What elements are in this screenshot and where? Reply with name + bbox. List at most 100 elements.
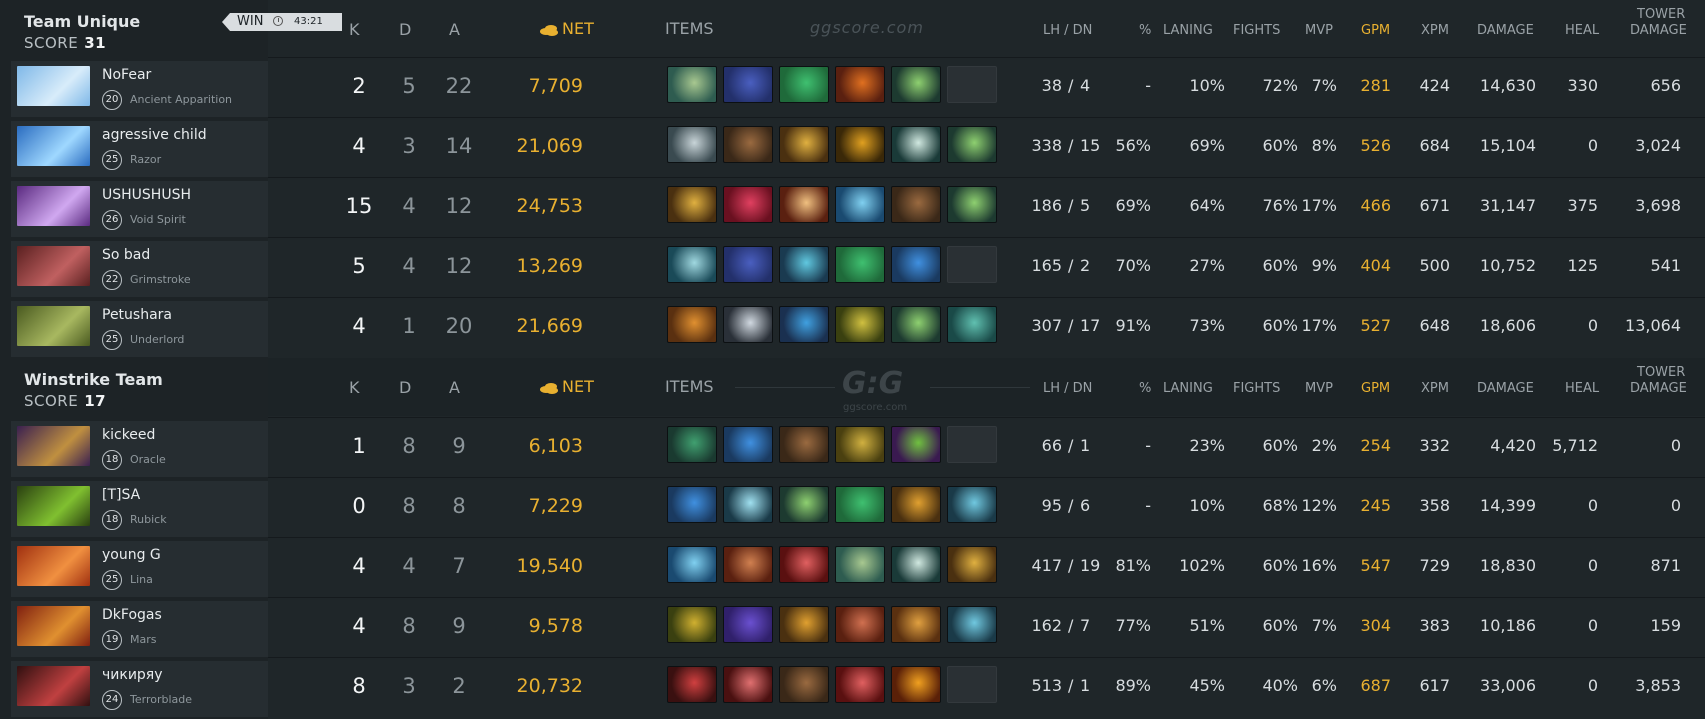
item-icon[interactable] (723, 426, 773, 463)
item-icon[interactable] (835, 426, 885, 463)
item-icon[interactable] (667, 486, 717, 523)
player-stats-row[interactable]: 4 4 7 19,540 417/19 81% 102% 60% 16% 547 729 18,830… (268, 537, 1705, 593)
item-icon[interactable] (891, 426, 941, 463)
header-net: NET (540, 377, 594, 396)
player-card[interactable]: Petushara 25 Underlord (11, 301, 268, 357)
item-icon[interactable] (891, 246, 941, 283)
item-icon[interactable] (779, 426, 829, 463)
player-name[interactable]: So bad (102, 247, 150, 263)
player-stats-row[interactable]: 0 8 8 7,229 95/6-10% 68% 12% 245 358 14,399 0 0 (268, 477, 1705, 533)
player-stats-row[interactable]: 4 3 14 21,069 338/15 56% 69% 60% 8% 526 684 15,104 0… (268, 117, 1705, 173)
item-icon[interactable] (667, 546, 717, 583)
player-card[interactable]: young G 25 Lina (11, 541, 268, 597)
item-icon[interactable] (947, 186, 997, 223)
header-lh-dn: LH / DN (1043, 23, 1093, 38)
player-name[interactable]: NoFear (102, 67, 151, 83)
hero-name: Razor (130, 153, 162, 166)
item-icon[interactable] (779, 606, 829, 643)
player-stats-row[interactable]: 8 3 2 20,732 513/1 89% 45% 40% 6% 687 617 33,006 0 3,… (268, 657, 1705, 713)
item-icon[interactable] (891, 186, 941, 223)
last-hits: 338 (1031, 136, 1062, 155)
item-icon[interactable] (667, 66, 717, 103)
header-kills: K (349, 20, 360, 39)
player-name[interactable]: kickeed (102, 427, 155, 443)
item-icon[interactable] (947, 306, 997, 343)
item-icon[interactable] (947, 126, 997, 163)
item-icon[interactable] (667, 126, 717, 163)
item-icon[interactable] (835, 126, 885, 163)
item-icon[interactable] (723, 606, 773, 643)
player-card[interactable]: agressive child 25 Razor (11, 121, 268, 177)
item-icon[interactable] (891, 306, 941, 343)
player-card[interactable]: [T]SA 18 Rubick (11, 481, 268, 537)
item-icon[interactable] (723, 186, 773, 223)
item-icon[interactable] (723, 306, 773, 343)
kill-participation: 81% (1115, 556, 1151, 575)
item-icon[interactable] (947, 546, 997, 583)
item-icon[interactable] (779, 246, 829, 283)
player-card[interactable]: NoFear 20 Ancient Apparition (11, 61, 268, 117)
player-name[interactable]: USHUSHUSH (102, 187, 191, 203)
item-icon[interactable] (779, 66, 829, 103)
item-icon[interactable] (667, 306, 717, 343)
item-icon[interactable] (835, 486, 885, 523)
item-icon[interactable] (947, 486, 997, 523)
item-icon[interactable] (779, 306, 829, 343)
item-icon[interactable] (835, 246, 885, 283)
laning: 45% (1189, 676, 1225, 695)
xpm: 358 (1419, 496, 1450, 515)
player-name[interactable]: чикиряу (102, 667, 163, 683)
player-stats-row[interactable]: 4 1 20 21,669 307/17 91% 73% 60% 17% 527 648 18,606… (268, 297, 1705, 353)
item-icon[interactable] (667, 246, 717, 283)
item-icon[interactable] (723, 246, 773, 283)
item-icon[interactable] (835, 546, 885, 583)
item-icon[interactable] (667, 666, 717, 703)
player-card[interactable]: USHUSHUSH 26 Void Spirit (11, 181, 268, 237)
player-card[interactable]: чикиряу 24 Terrorblade (11, 661, 268, 717)
item-icon[interactable] (723, 666, 773, 703)
item-icon[interactable] (723, 126, 773, 163)
item-icon[interactable] (779, 186, 829, 223)
item-icon[interactable] (891, 606, 941, 643)
lh-dn-separator: / (1068, 136, 1074, 155)
item-icon[interactable] (891, 126, 941, 163)
item-icon[interactable] (835, 666, 885, 703)
kill-participation: 77% (1115, 616, 1151, 635)
player-name[interactable]: agressive child (102, 127, 207, 143)
item-icon[interactable] (835, 186, 885, 223)
player-stats-row[interactable]: 2 5 22 7,709 38/4-10% 72% 7% 281 424 14,630 330 656 (268, 57, 1705, 113)
player-stats-row[interactable]: 4 8 9 9,578 162/7 77% 51% 60% 7% 304 383 10,186 0 159 (268, 597, 1705, 653)
item-icon[interactable] (667, 606, 717, 643)
item-icon[interactable] (891, 66, 941, 103)
item-icon[interactable] (779, 666, 829, 703)
header-assists: A (449, 378, 460, 397)
player-name[interactable]: DkFogas (102, 607, 162, 623)
item-icon[interactable] (779, 126, 829, 163)
item-icon[interactable] (667, 186, 717, 223)
item-icon[interactable] (947, 606, 997, 643)
item-icon[interactable] (723, 66, 773, 103)
player-card[interactable]: DkFogas 19 Mars (11, 601, 268, 657)
item-icon[interactable] (835, 66, 885, 103)
player-card[interactable]: So bad 22 Grimstroke (11, 241, 268, 297)
player-name[interactable]: young G (102, 547, 161, 563)
player-name[interactable]: Petushara (102, 307, 172, 323)
item-icon[interactable] (835, 606, 885, 643)
item-icon[interactable] (779, 486, 829, 523)
item-icon[interactable] (723, 546, 773, 583)
item-icon[interactable] (779, 546, 829, 583)
item-icon[interactable] (891, 546, 941, 583)
item-icon[interactable] (835, 306, 885, 343)
item-icon[interactable] (891, 486, 941, 523)
kill-participation: 69% (1115, 196, 1151, 215)
player-stats-row[interactable]: 5 4 12 13,269 165/2 70% 27% 60% 9% 404 500 10,752 12… (268, 237, 1705, 293)
player-stats-row[interactable]: 1 8 9 6,103 66/1-23% 60% 2% 254 332 4,420 5,712 0 (268, 417, 1705, 473)
item-icon[interactable] (891, 666, 941, 703)
player-stats-row[interactable]: 15 4 12 24,753 186/5 69% 64% 76% 17% 466 671 31,147… (268, 177, 1705, 233)
gpm: 687 (1360, 676, 1391, 695)
hero-portrait (17, 126, 90, 166)
item-icon[interactable] (667, 426, 717, 463)
player-card[interactable]: kickeed 18 Oracle (11, 421, 268, 477)
player-name[interactable]: [T]SA (102, 487, 140, 503)
item-icon[interactable] (723, 486, 773, 523)
